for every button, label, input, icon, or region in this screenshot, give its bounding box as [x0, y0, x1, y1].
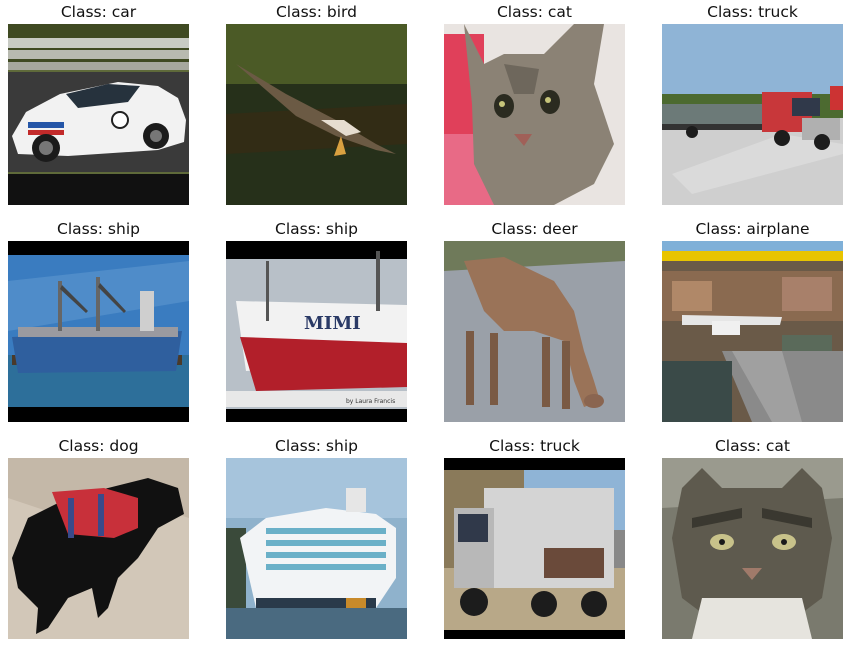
panel-title: Class: dog: [58, 437, 139, 455]
panel-title: Class: airplane: [695, 220, 810, 238]
panel-airplane: Class: airplane: [662, 217, 843, 423]
panel-truck: Class: truck: [662, 0, 843, 206]
dog-image: [8, 458, 189, 639]
deer-image: [444, 241, 625, 422]
panel-ship: Class: ship: [226, 434, 407, 640]
boat-image: MIMI by Laura Francis: [226, 241, 407, 422]
panel-title: Class: ship: [57, 220, 140, 238]
panel-title: Class: car: [60, 3, 137, 21]
panel-title: Class: ship: [275, 437, 358, 455]
panel-bird: Class: bird: [226, 0, 407, 206]
panel-title: Class: cat: [496, 3, 573, 21]
photo-credit: by Laura Francis: [346, 398, 395, 405]
cargo-ship-image: [8, 241, 189, 422]
cruise-ship-image: [226, 458, 407, 639]
image-grid: Class: car Class: bird Class: cat Class:…: [0, 0, 855, 654]
truck-image: [662, 24, 843, 205]
panel-deer: Class: deer: [444, 217, 625, 423]
panel-car: Class: car: [8, 0, 189, 206]
panel-truck: Class: truck: [444, 434, 625, 640]
panel-title: Class: truck: [489, 437, 580, 455]
car-image: [8, 24, 189, 205]
panel-dog: Class: dog: [8, 434, 189, 640]
cat-image: [444, 24, 625, 205]
airplane-image: [662, 241, 843, 422]
panel-cat: Class: cat: [662, 434, 843, 640]
wild-cat-image: [662, 458, 843, 639]
bird-image: [226, 24, 407, 205]
panel-ship: Class: ship: [8, 217, 189, 423]
box-truck-image: [444, 458, 625, 639]
panel-title: Class: ship: [275, 220, 358, 238]
panel-title: Class: cat: [714, 437, 791, 455]
boat-name-text: MIMI: [304, 313, 361, 334]
panel-title: Class: bird: [275, 3, 357, 21]
panel-cat: Class: cat: [444, 0, 625, 206]
panel-title: Class: deer: [491, 220, 578, 238]
panel-ship: Class: ship MIMI by Laura Francis: [226, 217, 407, 423]
panel-title: Class: truck: [707, 3, 798, 21]
